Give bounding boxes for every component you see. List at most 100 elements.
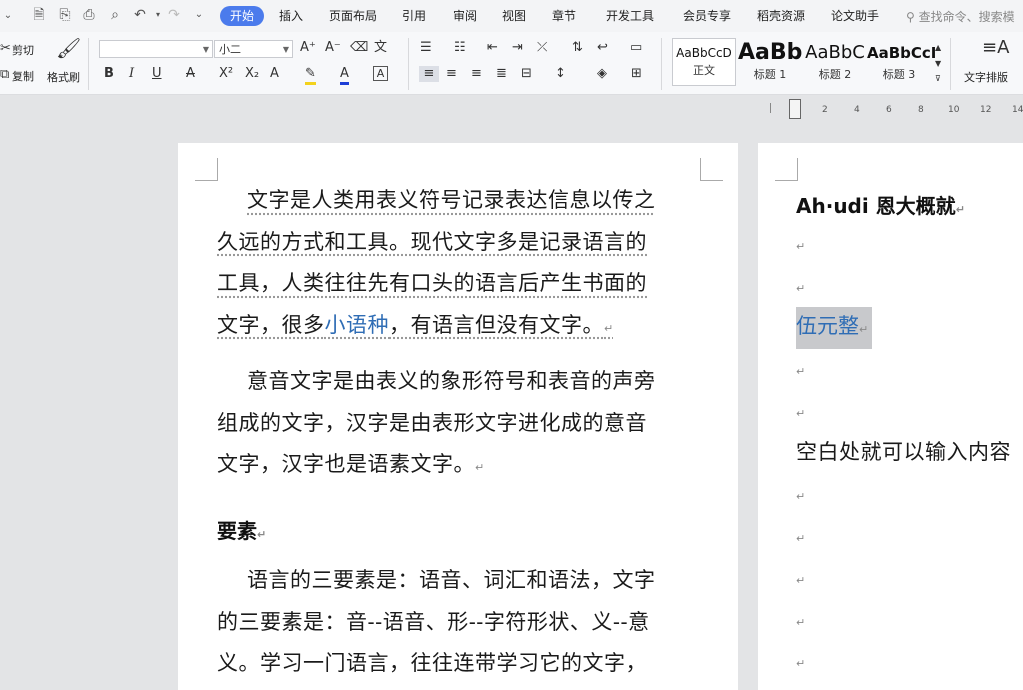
tab-member[interactable]: 会员专享 <box>683 8 731 24</box>
chevron-down-icon[interactable]: ⌄ <box>0 8 16 24</box>
subscript-icon[interactable]: X₂ <box>245 66 259 82</box>
paragraph-mark-icon: ↵ <box>475 461 485 474</box>
italic-icon[interactable]: I <box>129 66 134 82</box>
text-line: 意音文字是由表义的象形符号和表音的声旁 <box>247 369 656 393</box>
line-spacing-icon[interactable]: ↕ <box>555 66 566 82</box>
ruler-tick: 6 <box>886 105 892 115</box>
tab-docer-resources[interactable]: 稻壳资源 <box>757 8 805 24</box>
tab-page-layout[interactable]: 页面布局 <box>329 8 377 24</box>
tab-home[interactable]: 开始 <box>220 6 265 26</box>
table-lines-icon[interactable]: ▭ <box>630 40 642 56</box>
clear-format-icon[interactable]: ⌫ <box>350 40 368 56</box>
highlight-icon[interactable]: ✎ <box>305 66 316 85</box>
style-name: 标题 3 <box>882 68 916 81</box>
ribbon-divider <box>661 38 662 90</box>
styles-scroll-down-icon[interactable]: ▼ <box>935 56 941 72</box>
font-name-select[interactable]: ▼ <box>99 40 213 58</box>
ruler-tick: 12 <box>980 105 992 115</box>
char-border-icon[interactable]: A <box>373 66 388 81</box>
numbering-icon[interactable]: ☷ <box>454 40 466 56</box>
grow-font-icon[interactable]: A⁺ <box>300 40 316 56</box>
shrink-font-icon[interactable]: A⁻ <box>325 40 341 56</box>
tab-insert[interactable]: 插入 <box>279 8 303 24</box>
tab-sections[interactable]: 章节 <box>552 8 576 24</box>
copy-icon[interactable]: ⧉ <box>0 67 9 83</box>
tab-review[interactable]: 审阅 <box>453 8 477 24</box>
tab-developer[interactable]: 开发工具 <box>606 8 654 24</box>
chinese-layout-icon[interactable]: ⤫ <box>537 40 547 56</box>
font-color-icon[interactable]: A <box>340 66 349 85</box>
text-line: 语言的三要素是：语音、词汇和语法，文字 <box>247 568 656 592</box>
tab-thesis-assistant[interactable]: 论文助手 <box>831 8 879 24</box>
superscript-icon[interactable]: X² <box>219 66 233 82</box>
export-pdf-icon[interactable]: ⎘ <box>57 7 73 23</box>
selected-text-value: 伍元整 <box>796 314 859 338</box>
ruler-tick: 8 <box>918 105 924 115</box>
styles-more-icon[interactable]: ⊽ <box>935 71 941 87</box>
strikethrough-icon[interactable]: A <box>186 66 195 82</box>
font-size-select[interactable]: 小二 ▼ <box>214 40 293 58</box>
show-marks-icon[interactable]: ↩ <box>597 40 608 56</box>
text-line: 文字，汉字也是语素文字。 <box>217 452 475 476</box>
distributed-align-icon[interactable]: ⊟ <box>521 66 532 82</box>
tab-view[interactable]: 视图 <box>502 8 526 24</box>
underline-icon[interactable]: U <box>152 66 162 82</box>
cut-icon[interactable]: ✂ <box>0 41 11 57</box>
format-painter-button[interactable]: 格式刷 <box>47 69 80 85</box>
page2-heading[interactable]: Ah·udi 恩大概就↵ <box>796 190 965 219</box>
text-line: 文字是人类用表义符号记录表达信息以传之 <box>247 188 656 212</box>
text-line: 工具，人类往往先有口头的语言后产生书面的 <box>217 271 647 295</box>
text-line: ，有语言但没有文字。 <box>389 312 604 337</box>
styles-scroll-up-icon[interactable]: ▲ <box>935 40 941 56</box>
highlighted-term[interactable]: 小语种 <box>325 313 390 337</box>
indent-marker-icon[interactable] <box>789 99 801 119</box>
more-icon[interactable]: ⌄ <box>191 7 207 23</box>
document-page-2[interactable]: Ah·udi 恩大概就↵ ↵ ↵ 伍元整↵ ↵ ↵ 空白处就可以输入内容 ↵ ↵… <box>758 143 1023 690</box>
align-center-icon[interactable]: ≡ <box>446 66 457 82</box>
redo-icon[interactable]: ↷ <box>166 7 182 23</box>
text-layout-icon[interactable]: ≡A <box>982 39 1009 57</box>
bold-icon[interactable]: B <box>104 66 114 82</box>
text-line: 组成的文字，汉字是由表形文字进化成的意音 <box>217 410 647 435</box>
style-heading-1[interactable]: AaBb 标题 1 <box>738 38 802 86</box>
paragraph-mark-icon: ↵ <box>796 240 806 253</box>
text-layout-button[interactable]: 文字排版 <box>964 69 1008 85</box>
paragraph-2[interactable]: 意音文字是由表义的象形符号和表音的声旁 组成的文字，汉字是由表形文字进化成的意音… <box>217 361 717 489</box>
search-placeholder: 查找命令、搜索模 <box>918 10 1015 24</box>
copy-button[interactable]: 复制 <box>12 68 34 84</box>
document-page-1[interactable]: 文字是人类用表义符号记录表达信息以传之 久远的方式和工具。现代文字多是记录语言的… <box>178 143 738 690</box>
style-heading-2[interactable]: AaBbC 标题 2 <box>803 38 867 86</box>
text-effect-icon[interactable]: A <box>270 66 279 82</box>
text-line[interactable]: 空白处就可以输入内容 <box>796 432 1023 474</box>
paragraph-1[interactable]: 文字是人类用表义符号记录表达信息以传之 久远的方式和工具。现代文字多是记录语言的… <box>217 180 717 349</box>
justify-icon[interactable]: ≣ <box>496 66 507 82</box>
sort-icon[interactable]: ⇅ <box>572 40 583 56</box>
selected-text[interactable]: 伍元整↵ <box>796 307 873 349</box>
style-name: 正文 <box>693 64 715 77</box>
print-preview-icon[interactable]: ⌕ <box>107 7 123 23</box>
ribbon-divider <box>88 38 89 90</box>
undo-icon[interactable]: ↶ <box>132 7 148 23</box>
style-heading-3[interactable]: AaBbCcI 标题 3 <box>867 38 936 86</box>
paragraph-mark-icon: ↵ <box>859 323 869 336</box>
pinyin-guide-icon[interactable]: 文 <box>374 40 387 56</box>
command-search[interactable]: ⚲ 查找命令、搜索模 <box>906 8 1015 25</box>
tab-references[interactable]: 引用 <box>402 8 426 24</box>
align-right-icon[interactable]: ≡ <box>471 66 482 82</box>
format-painter-icon[interactable]: 🖌 <box>56 38 81 58</box>
borders-icon[interactable]: ⊞ <box>631 66 642 82</box>
save-icon[interactable]: 🗎 <box>31 7 47 23</box>
style-sample: AaBbCcD <box>676 46 732 60</box>
align-left-icon[interactable]: ≡ <box>419 66 439 82</box>
increase-indent-icon[interactable]: ⇥ <box>512 40 523 56</box>
print-icon[interactable]: ⎙ <box>81 7 97 23</box>
shading-icon[interactable]: ◈ <box>597 66 607 82</box>
bullets-icon[interactable]: ☰ <box>420 40 432 56</box>
cut-button[interactable]: 剪切 <box>12 42 34 58</box>
style-normal[interactable]: AaBbCcD 正文 <box>672 38 736 86</box>
chevron-down-icon: ▼ <box>282 45 289 54</box>
undo-dropdown-icon[interactable]: ▾ <box>150 7 166 23</box>
section-heading[interactable]: 要素↵ <box>217 515 266 544</box>
paragraph-3[interactable]: 语言的三要素是：语音、词汇和语法，文字 的三要素是：音--语音、形--字符形状、… <box>217 560 717 685</box>
decrease-indent-icon[interactable]: ⇤ <box>487 40 498 56</box>
